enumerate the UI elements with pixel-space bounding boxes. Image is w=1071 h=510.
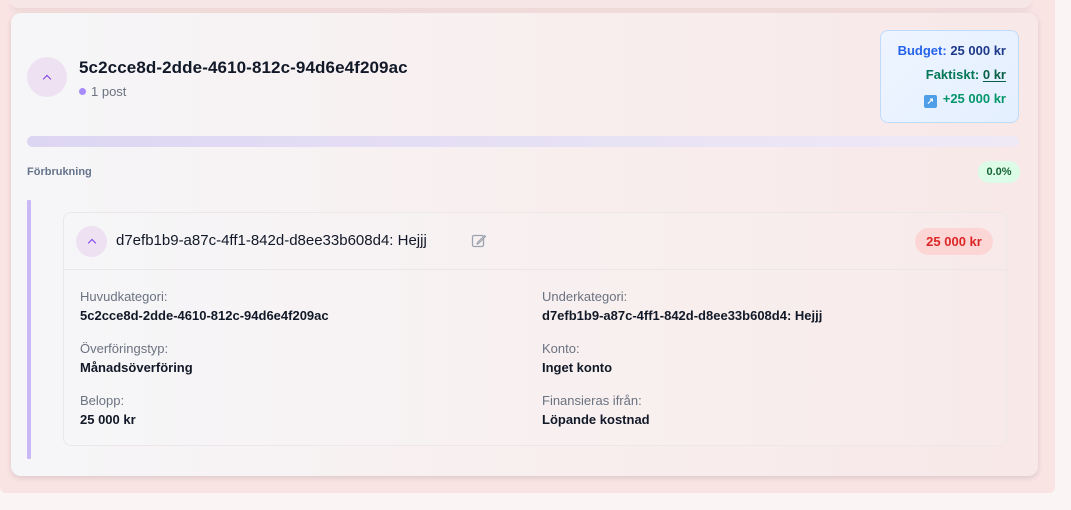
funded-from-field: Finansieras ifrån: Löpande kostnad (542, 393, 650, 427)
main-category-field: Huvudkategori: 5c2cce8d-2dde-4610-812c-9… (80, 289, 329, 323)
transfer-type-label: Överföringstyp: (80, 341, 169, 356)
account-label: Konto: (542, 341, 580, 356)
transfer-type-value: Månadsöverföring (80, 360, 193, 375)
item-amount-badge: 25 000 kr (915, 228, 993, 255)
budget-value: 25 000 kr (950, 43, 1006, 58)
main-category-label: Huvudkategori: (80, 289, 168, 304)
chevron-up-icon (87, 238, 96, 248)
actual-row: Faktiskt: 0 kr (881, 67, 1006, 91)
main-category-value: 5c2cce8d-2dde-4610-812c-94d6e4f209ac (80, 308, 329, 323)
item-title: d7efb1b9-a87c-4ff1-842d-d8ee33b608d4: He… (116, 232, 427, 249)
item-collapse-button[interactable] (76, 226, 107, 257)
budget-label: Budget: (897, 43, 947, 58)
actual-label: Faktiskt: (925, 67, 980, 82)
previous-card-edge (10, 0, 1031, 8)
group-collapse-button[interactable] (27, 57, 67, 97)
category-group-card: 5c2cce8d-2dde-4610-812c-94d6e4f209ac 1 p… (11, 13, 1038, 476)
nesting-line (27, 200, 31, 459)
item-header: d7efb1b9-a87c-4ff1-842d-d8ee33b608d4: He… (64, 213, 1006, 270)
amount-field: Belopp: 25 000 kr (80, 393, 136, 427)
funded-from-label: Finansieras ifrån: (542, 393, 642, 408)
budget-row: Budget: 25 000 kr (881, 43, 1006, 67)
dot-icon (79, 88, 86, 95)
trend-up-icon: ↗ (923, 95, 937, 108)
post-count-text: 1 post (91, 84, 127, 99)
transfer-type-field: Överföringstyp: Månadsöverföring (80, 341, 193, 375)
amount-label: Belopp: (80, 393, 125, 408)
difference-value: +25 000 kr (942, 91, 1006, 106)
group-title: 5c2cce8d-2dde-4610-812c-94d6e4f209ac (79, 58, 408, 77)
post-count: 1 post (79, 84, 126, 99)
budget-item-card: d7efb1b9-a87c-4ff1-842d-d8ee33b608d4: He… (63, 212, 1007, 446)
sub-category-value: d7efb1b9-a87c-4ff1-842d-d8ee33b608d4: He… (542, 308, 823, 323)
account-field: Konto: Inget konto (542, 341, 612, 375)
amount-value: 25 000 kr (80, 412, 136, 427)
budget-summary: Budget: 25 000 kr Faktiskt: 0 kr ↗ +25 00… (880, 30, 1019, 123)
account-value: Inget konto (542, 360, 613, 375)
sub-category-label: Underkategori: (542, 289, 628, 304)
usage-label: Förbrukning (27, 166, 92, 178)
chevron-up-icon (42, 74, 52, 83)
usage-progress-bar (27, 136, 1019, 147)
funded-from-value: Löpande kostnad (542, 412, 650, 427)
usage-percent-badge: 0.0% (978, 161, 1020, 183)
difference-row: ↗ +25 000 kr (881, 91, 1006, 115)
actual-value[interactable]: 0 kr (983, 67, 1006, 82)
edit-icon[interactable] (471, 233, 487, 249)
sub-category-field: Underkategori: d7efb1b9-a87c-4ff1-842d-d… (542, 289, 822, 323)
